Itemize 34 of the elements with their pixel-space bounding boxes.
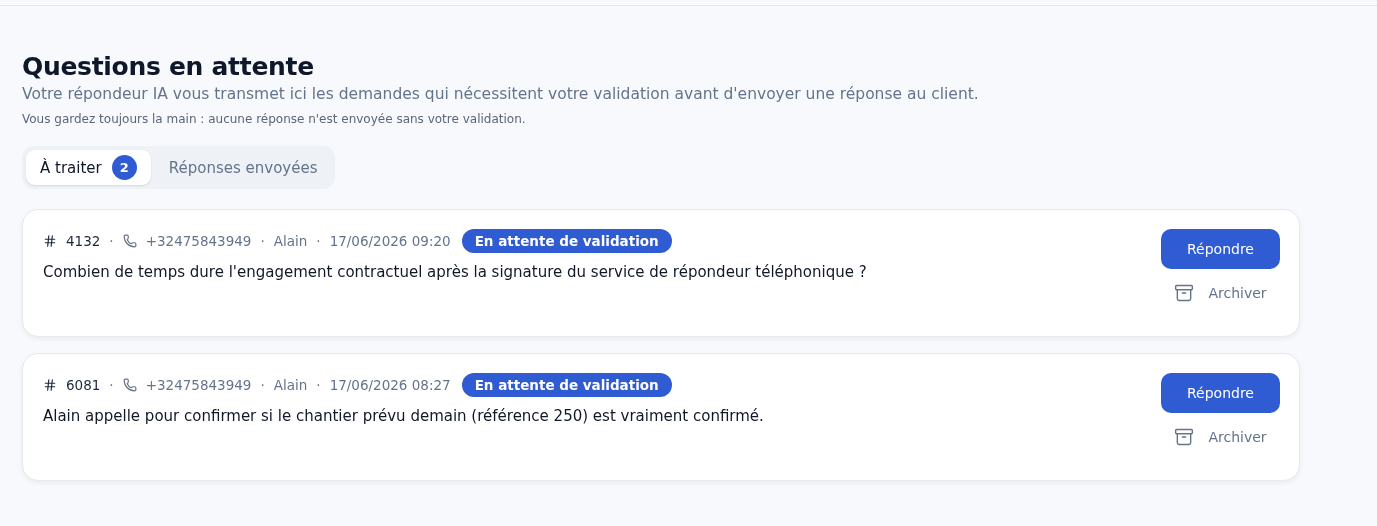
separator: ·: [316, 233, 321, 249]
phone-icon: [122, 234, 137, 248]
question-id: 4132: [66, 233, 101, 249]
phone-number: +32475843949: [145, 377, 252, 393]
reply-button[interactable]: Répondre: [1161, 229, 1280, 269]
hash-icon: [43, 234, 57, 248]
archive-button[interactable]: Archiver: [1174, 283, 1267, 303]
reply-button[interactable]: Répondre: [1161, 373, 1280, 413]
phone-number: +32475843949: [145, 233, 252, 249]
question-text: Alain appelle pour confirmer si le chantier prévu demain (référence 250) est vraiment confirmé.: [43, 407, 764, 425]
separator: ·: [316, 377, 321, 393]
count-badge: 2: [111, 155, 137, 180]
page-note: Vous gardez toujours la main : aucune réponse n'est envoyée sans votre validation.: [22, 112, 527, 126]
status-badge: En attente de validation: [461, 229, 672, 253]
archive-button[interactable]: Archiver: [1174, 427, 1267, 447]
separator: ·: [260, 377, 265, 393]
archive-icon: [1174, 427, 1195, 447]
separator: ·: [260, 233, 265, 249]
archive-icon: [1174, 283, 1195, 303]
question-id: 6081: [66, 377, 101, 393]
tab[interactable]: Réponses envoyées: [154, 150, 332, 185]
caller-name: Alain: [273, 377, 308, 393]
status-badge: En attente de validation: [461, 373, 672, 397]
separator: ·: [109, 233, 114, 249]
page-title: Questions en attente: [22, 52, 315, 81]
separator: ·: [109, 377, 114, 393]
question-text: Combien de temps dure l'engagement contractuel après la signature du service de répondeur téléphonique ?: [43, 263, 867, 281]
page-subtitle: Votre répondeur IA vous transmet ici les demandes qui nécessitent votre validation avant d'envoyer une réponse au client.: [22, 85, 980, 103]
date-time: 17/06/2026 09:20: [329, 233, 451, 249]
phone-icon: [122, 378, 137, 392]
caller-name: Alain: [273, 233, 308, 249]
tab[interactable]: À traiter 2: [26, 150, 151, 185]
date-time: 17/06/2026 08:27: [329, 377, 451, 393]
hash-icon: [43, 378, 57, 392]
